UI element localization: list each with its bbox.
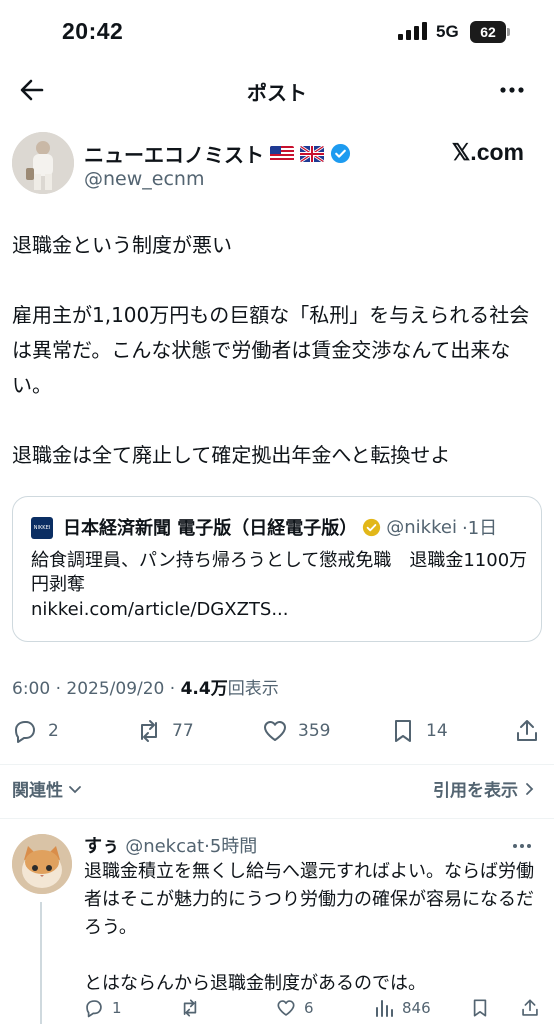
bookmark-icon (473, 999, 487, 1017)
status-bar: 20:42 5G 62 (0, 0, 554, 62)
quoted-post-header: 日本経済新聞 電子版（日経電子版） @nikkei ·1日 (63, 514, 497, 540)
repost-icon (141, 720, 157, 742)
divider (0, 764, 554, 765)
reply-like-count: 6 (304, 999, 314, 1017)
reply-author-avatar[interactable] (12, 834, 72, 894)
repost-count: 77 (172, 721, 194, 741)
relevance-sort[interactable]: 関連性 (12, 776, 83, 801)
reply-view-count: 846 (402, 999, 431, 1017)
reply-reply-count: 1 (112, 999, 122, 1017)
reply-reply-button[interactable]: 1 (84, 998, 122, 1018)
us-flag-icon (270, 145, 294, 162)
battery-level: 62 (470, 21, 506, 43)
more-options-icon[interactable] (498, 76, 526, 104)
share-button[interactable] (514, 718, 540, 744)
reply-count: 2 (48, 721, 59, 741)
reply-icon (86, 1000, 102, 1018)
repost-button[interactable]: 77 (136, 718, 194, 744)
view-quotes-link[interactable]: 引用を表示 (433, 776, 536, 801)
quoted-post-time: ·1日 (461, 518, 498, 539)
page-title: ポスト (247, 81, 307, 105)
battery-icon: 62 (470, 21, 510, 43)
share-icon (517, 720, 537, 741)
like-button[interactable]: 359 (262, 718, 330, 744)
reply-share-button[interactable] (520, 998, 540, 1018)
repost-icon (183, 999, 197, 1017)
like-count: 359 (298, 721, 331, 741)
gold-verified-badge-icon (363, 518, 381, 536)
nikkei-logo: NIKKEI (31, 517, 53, 539)
status-time: 20:42 (62, 18, 124, 44)
reply-actions: 1 6 846 (84, 998, 544, 1022)
quoted-author-name: 日本経済新聞 電子版（日経電子版） (63, 518, 358, 539)
reply-header: すぅ @nekcat·5時間 (84, 832, 257, 858)
author-name-row[interactable]: ニューエコノミスト (84, 139, 351, 168)
share-icon (522, 999, 538, 1016)
quoted-author-handle: @nikkei (386, 516, 457, 538)
reply-repost-button[interactable] (180, 998, 200, 1018)
view-label: 回表示 (227, 679, 279, 699)
uk-flag-icon (300, 145, 324, 162)
author-handle[interactable]: @new_ecnm (84, 168, 204, 190)
reply-author-handle[interactable]: @nekcat (125, 836, 204, 857)
divider (0, 818, 554, 819)
quoted-post-text: 給食調理員、パン持ち帰ろうとして懲戒免職 退職金1100万円剥奪 (31, 550, 528, 595)
bookmark-button[interactable]: 14 (390, 718, 448, 744)
signal-icon (398, 22, 427, 40)
network-type: 5G (436, 22, 459, 41)
reply-author-name[interactable]: すぅ (84, 836, 119, 857)
post-timestamp: 6:00 · 2025/09/20 · (12, 679, 181, 699)
reply-more-icon[interactable] (510, 836, 534, 856)
quoted-post-card[interactable]: NIKKEI 日本経済新聞 電子版（日経電子版） @nikkei ·1日 給食調… (12, 496, 542, 642)
chevron-right-icon (526, 782, 534, 795)
reply-bookmark-button[interactable] (470, 998, 490, 1018)
author-name[interactable]: ニューエコノミスト (84, 139, 264, 168)
top-nav: ポスト (0, 62, 554, 118)
bookmark-count: 14 (426, 721, 448, 741)
site-tag: 𝕏.com (451, 139, 524, 165)
reply-views-button[interactable]: 846 (374, 998, 431, 1018)
reply-icon (15, 721, 35, 743)
post-text: 退職金という制度が悪い 雇用主が1,100万円もの巨額な「私刑」を与えられる社会… (12, 233, 530, 467)
bookmark-icon (395, 720, 411, 742)
heart-icon (277, 1000, 295, 1016)
post-actions: 2 77 359 14 (0, 712, 554, 752)
reply-text: 退職金積立を無くし給与へ還元すればよい。ならば労働者はそこが魅力的にうつり労働力… (84, 861, 534, 994)
reply-time: ·5時間 (204, 836, 258, 857)
chevron-down-icon (69, 785, 81, 793)
post-author: ニューエコノミスト @new_ecnm 𝕏.com (0, 126, 554, 206)
reply-post[interactable]: すぅ @nekcat·5時間 退職金積立を無くし給与へ還元すればよい。ならば労働… (0, 822, 554, 1024)
author-avatar[interactable] (12, 132, 74, 194)
views-chart-icon (376, 1000, 393, 1017)
view-quotes-label: 引用を表示 (433, 781, 518, 801)
thread-line (40, 902, 42, 1024)
verified-badge-icon (330, 143, 351, 164)
quoted-post-link[interactable]: nikkei.com/article/DGXZTS... (31, 599, 289, 620)
relevance-label: 関連性 (12, 781, 63, 801)
reply-like-button[interactable]: 6 (276, 998, 314, 1018)
post-meta: 6:00 · 2025/09/20 · 4.4万回表示 (12, 674, 279, 699)
view-count: 4.4万 (180, 679, 228, 699)
reply-button[interactable]: 2 (12, 718, 59, 744)
heart-icon (264, 721, 286, 741)
